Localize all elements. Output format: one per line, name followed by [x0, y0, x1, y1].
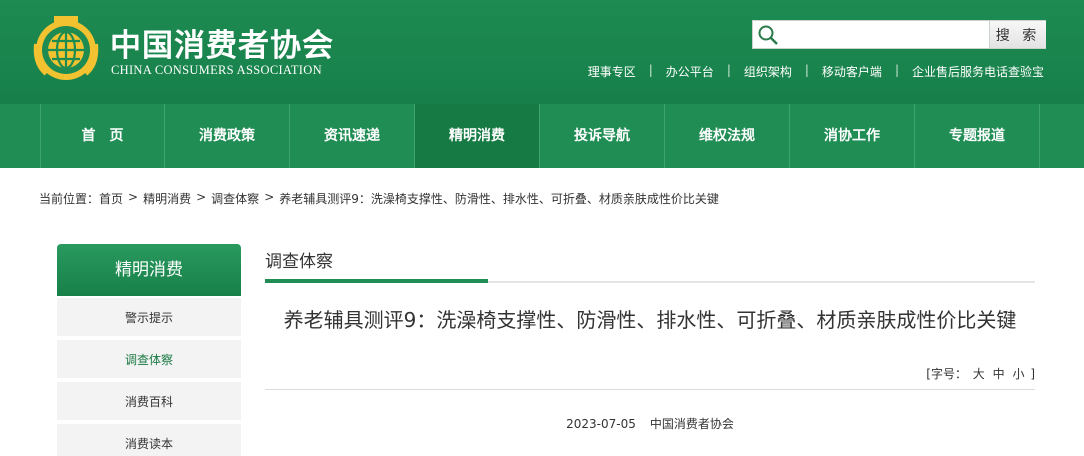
nav-item-smart-consumption[interactable]: 精明消费 — [415, 104, 540, 168]
top-link-organization[interactable]: 组织架构 — [744, 63, 792, 80]
sidebar-item-survey[interactable]: 调查体察 — [57, 340, 241, 380]
nav-item-consumer-policy[interactable]: 消费政策 — [165, 104, 290, 168]
font-size-small[interactable]: 小 — [1012, 367, 1024, 381]
meta-divider — [265, 389, 1035, 390]
top-link-office[interactable]: 办公平台 — [666, 63, 714, 80]
article-date: 2023-07-05 — [566, 417, 636, 431]
font-size-switcher: [字号： 大 中 小 ] — [926, 365, 1035, 382]
top-link-council[interactable]: 理事专区 — [588, 63, 636, 80]
breadcrumb-prefix: 当前位置： — [39, 192, 100, 206]
top-link-mobile-client[interactable]: 移动客户端 — [822, 63, 882, 80]
font-size-medium[interactable]: 中 — [993, 367, 1005, 381]
breadcrumb-separator: > — [196, 190, 207, 204]
article-source: 中国消费者协会 — [649, 417, 734, 431]
sidebar: 精明消费 警示提示 调查体察 消费百科 消费读本 — [57, 244, 241, 456]
nav-item-news[interactable]: 资讯速递 — [290, 104, 415, 168]
sidebar-item-warnings[interactable]: 警示提示 — [57, 298, 241, 338]
nav-item-rights-law[interactable]: 维权法规 — [665, 104, 790, 168]
site-logo-chinese[interactable]: 中国消费者协会 — [110, 20, 334, 65]
top-link-service-hotline-check[interactable]: 企业售后服务电话查验宝 — [912, 63, 1044, 80]
font-size-large[interactable]: 大 — [973, 367, 985, 381]
search-bar: 搜 索 — [752, 20, 1046, 49]
font-size-label: [字号： — [926, 367, 967, 381]
nav-item-complaint-guide[interactable]: 投诉导航 — [540, 104, 665, 168]
top-link-divider: | — [726, 63, 731, 77]
top-link-divider: | — [648, 63, 653, 77]
breadcrumb-smart-consumption[interactable]: 精明消费 — [143, 190, 191, 207]
nav-item-home[interactable]: 首 页 — [40, 104, 165, 168]
breadcrumb-survey[interactable]: 调查体察 — [211, 190, 259, 207]
sidebar-title: 精明消费 — [57, 244, 241, 296]
nav-item-association-work[interactable]: 消协工作 — [790, 104, 915, 168]
article-meta: 2023-07-05 中国消费者协会 — [265, 415, 1035, 432]
search-icon — [758, 25, 778, 45]
main-nav-list: 首 页 消费政策 资讯速递 精明消费 投诉导航 维权法规 消协工作 专题报道 — [40, 104, 1040, 168]
font-size-close: ] — [1030, 367, 1035, 381]
breadcrumb-separator: > — [264, 190, 275, 204]
search-button[interactable]: 搜 索 — [989, 21, 1046, 48]
cca-emblem-icon[interactable] — [32, 14, 100, 82]
breadcrumb: 当前位置： 首页 > 精明消费 > 调查体察 > 养老辅具测评9：洗澡椅支撑性、… — [39, 190, 719, 207]
site-logo-english: CHINA CONSUMERS ASSOCIATION — [111, 63, 322, 77]
breadcrumb-separator: > — [128, 190, 139, 204]
site-header: 中国消费者协会 CHINA CONSUMERS ASSOCIATION 搜 索 … — [0, 0, 1084, 104]
sidebar-item-reader[interactable]: 消费读本 — [57, 424, 241, 456]
search-input[interactable] — [781, 23, 987, 46]
section-divider-accent — [265, 279, 488, 283]
breadcrumb-current: 养老辅具测评9：洗澡椅支撑性、防滑性、排水性、可折叠、材质亲肤成性价比关键 — [279, 192, 719, 206]
main-nav: 首 页 消费政策 资讯速递 精明消费 投诉导航 维权法规 消协工作 专题报道 — [0, 104, 1084, 168]
top-link-divider: | — [804, 63, 809, 77]
nav-item-special-report[interactable]: 专题报道 — [915, 104, 1040, 168]
section-title: 调查体察 — [265, 252, 333, 272]
sidebar-item-encyclopedia[interactable]: 消费百科 — [57, 382, 241, 422]
breadcrumb-home[interactable]: 首页 — [99, 190, 123, 207]
article-title: 养老辅具测评9：洗澡椅支撑性、防滑性、排水性、可折叠、材质亲肤成性价比关键 — [283, 308, 1017, 332]
top-link-divider: | — [894, 63, 899, 77]
top-links: 理事专区 | 办公平台 | 组织架构 | 移动客户端 | 企业售后服务电话查验宝 — [588, 63, 1044, 80]
